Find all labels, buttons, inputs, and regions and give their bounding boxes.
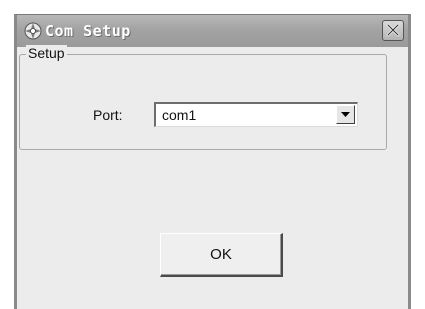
port-label: Port: xyxy=(93,107,123,123)
title-bar[interactable]: Com Setup xyxy=(17,15,408,47)
window-title: Com Setup xyxy=(45,22,131,40)
close-icon xyxy=(386,23,400,37)
ok-button[interactable]: OK xyxy=(160,233,283,277)
port-select[interactable]: com1 xyxy=(154,102,358,127)
setup-group-label: Setup xyxy=(26,45,67,61)
dropdown-button[interactable] xyxy=(336,105,355,124)
close-button[interactable] xyxy=(382,20,404,41)
chevron-down-icon xyxy=(341,112,350,117)
app-gear-icon xyxy=(23,21,43,41)
port-select-value: com1 xyxy=(162,107,197,123)
